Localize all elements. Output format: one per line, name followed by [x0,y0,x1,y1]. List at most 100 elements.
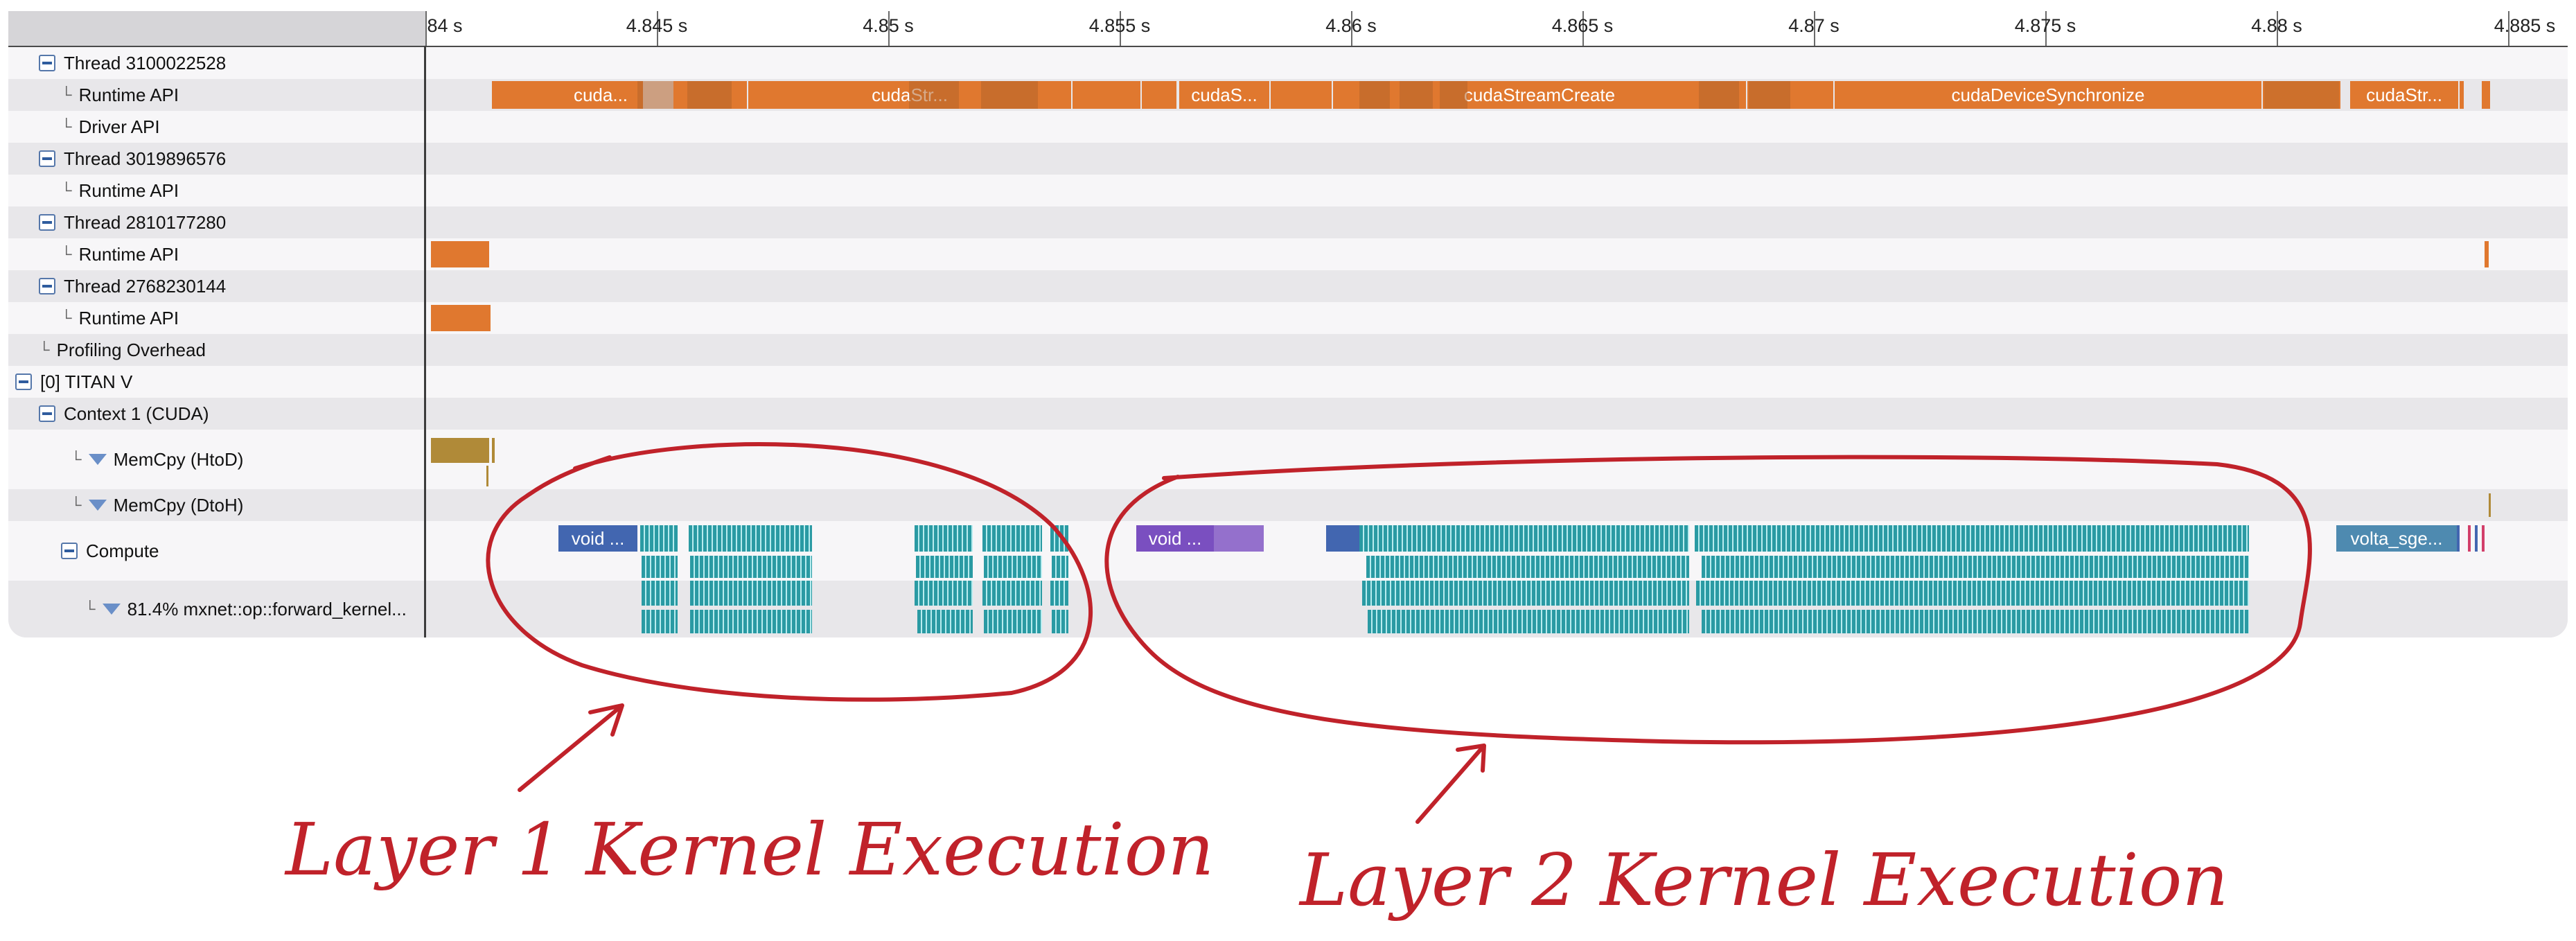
row-thread-3100022528[interactable]: Thread 3100022528 [8,47,2568,79]
kernel-strip[interactable] [1366,556,1689,578]
kernel-strip[interactable] [689,525,812,552]
row-forward-kernel[interactable]: └ 81.4% mxnet::op::forward_kernel... [8,581,2568,637]
kernel-strip[interactable] [1702,610,2249,633]
kernel-strip[interactable] [916,556,973,578]
ruler-tick-label: 4.85 s [863,15,914,36]
collapse-toggle[interactable] [39,214,55,231]
kernel-strip[interactable] [1695,525,2249,552]
ruler-tick-label: 4.875 s [2014,15,2076,36]
ruler-tick-label: 4.885 s [2494,15,2556,36]
row-memcpy-dtoh[interactable]: └ MemCpy (DtoH) [8,489,2568,521]
row-profiling-overhead[interactable]: └ Profiling Overhead [8,334,2568,366]
row-label: Thread 3019896576 [64,148,227,169]
collapse-toggle[interactable] [39,55,55,71]
api-call-block[interactable]: cudaDeviceSynchronize [1835,81,2261,109]
row-runtime-api[interactable]: └ Runtime API [8,302,2568,334]
kernel-strip[interactable] [690,610,812,633]
kernel-strip[interactable] [1702,556,2249,578]
kernel-strip[interactable] [642,556,678,578]
row-label: Runtime API [78,84,179,105]
kernel-strip[interactable] [915,581,973,606]
row-thread-2768230144[interactable]: Thread 2768230144 [8,270,2568,302]
kernel-strip[interactable] [982,581,1042,606]
layer2-arrow [1415,744,1486,824]
kernel-block[interactable]: volta_sge... [2336,525,2457,552]
layer1-annotation: Layer 1 Kernel Execution [284,807,1214,892]
api-call-block[interactable] [2482,81,2490,109]
api-call-block[interactable] [431,241,489,267]
api-call-block[interactable] [431,305,491,331]
kernel-block[interactable] [2482,525,2485,552]
tree-divider[interactable] [424,46,426,637]
kernel-block[interactable] [2468,525,2471,552]
row-label: MemCpy (DtoH) [113,494,244,516]
kernel-strip[interactable] [1050,581,1068,606]
row-context-1[interactable]: Context 1 (CUDA) [8,398,2568,430]
kernel-strip[interactable] [640,525,678,552]
row-label: MemCpy (HtoD) [113,448,244,470]
tree-elbow-icon: └ [85,600,96,617]
api-call-block[interactable] [2485,241,2489,267]
ruler-tick-label: 4.865 s [1551,15,1614,36]
kernel-block[interactable] [1214,525,1264,552]
row-device-titan-v[interactable]: [0] TITAN V [8,366,2568,398]
api-sub-block [687,81,732,109]
api-sub-block [1749,81,1790,109]
kernel-strip[interactable] [642,610,678,633]
collapse-toggle[interactable] [39,405,55,422]
memcpy-block[interactable] [486,466,488,486]
row-runtime-api[interactable]: └ Runtime API [8,238,2568,270]
api-call-block[interactable]: cudaS... [1179,81,1269,109]
api-call-block[interactable] [1073,81,1140,109]
api-call-block[interactable] [1142,81,1176,109]
row-memcpy-htod[interactable]: └ MemCpy (HtoD) [8,430,2568,489]
kernel-strip[interactable] [1359,525,1689,552]
memcpy-block[interactable] [431,438,489,463]
api-call-block[interactable] [2460,81,2464,109]
layer2-annotation: Layer 2 Kernel Execution [1298,838,2228,922]
row-runtime-api[interactable]: └ Runtime API cuda... cudaStr... cudaS..… [8,79,2568,111]
kernel-strip[interactable] [917,610,973,633]
row-label: [0] TITAN V [40,371,133,392]
kernel-strip[interactable] [1050,525,1068,552]
filter-icon [102,604,121,615]
kernel-strip[interactable] [915,525,973,552]
row-compute[interactable]: Compute void ... void ... volta_sge... [8,521,2568,581]
kernel-strip[interactable] [690,581,812,606]
kernel-block[interactable]: void ... [558,525,637,552]
kernel-strip[interactable] [1368,610,1689,633]
collapse-toggle[interactable] [15,373,32,390]
kernel-block[interactable]: void ... [1136,525,1214,552]
kernel-strip[interactable] [984,610,1042,633]
kernel-strip[interactable] [1052,610,1068,633]
api-call-block[interactable]: cudaStreamCreate [1333,81,1746,109]
collapse-toggle[interactable] [39,278,55,294]
memcpy-block[interactable] [2489,493,2491,517]
kernel-strip[interactable] [1696,581,2249,606]
kernel-block[interactable] [2475,525,2478,552]
api-sub-block [2264,81,2339,109]
row-thread-3019896576[interactable]: Thread 3019896576 [8,143,2568,175]
api-call-block[interactable]: cuda... [558,81,643,109]
kernel-block[interactable] [1326,525,1359,552]
row-runtime-api[interactable]: └ Runtime API [8,175,2568,206]
kernel-block[interactable] [2457,525,2460,552]
api-call-block[interactable]: cudaStr... [2350,81,2458,109]
collapse-toggle[interactable] [39,150,55,167]
kernel-strip[interactable] [984,556,1042,578]
kernel-strip[interactable] [1052,556,1068,578]
row-label: Runtime API [78,307,179,328]
row-thread-2810177280[interactable]: Thread 2810177280 [8,206,2568,238]
api-sub-block [637,81,673,109]
api-call-block[interactable] [492,81,558,109]
kernel-strip[interactable] [690,556,812,578]
row-driver-api[interactable]: └ Driver API [8,111,2568,143]
memcpy-block[interactable] [492,438,495,463]
collapse-toggle[interactable] [61,543,78,559]
api-call-block[interactable] [1271,81,1332,109]
kernel-strip[interactable] [1362,581,1689,606]
kernel-strip[interactable] [982,525,1042,552]
tree-elbow-icon: └ [61,86,72,103]
kernel-strip[interactable] [642,581,678,606]
ruler-scale: 84 s 4.845 s 4.85 s 4.855 s 4.86 s 4.865… [425,11,2568,46]
